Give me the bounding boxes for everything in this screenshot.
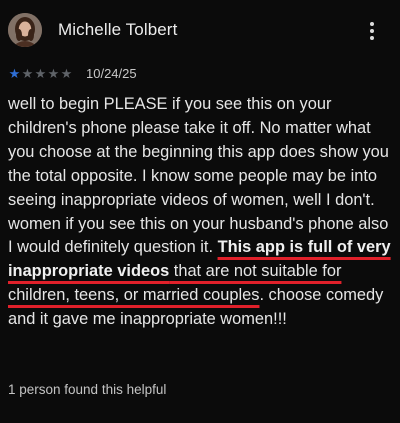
more-options-button[interactable] [362,18,382,44]
review-text-part: well to begin PLEASE if you see this on … [8,95,389,257]
reviewer-name: Michelle Tolbert [58,20,178,39]
review-text: well to begin PLEASE if you see this on … [8,93,396,332]
more-vert-icon-dot [370,36,374,40]
star-empty-icon: ★ [21,65,34,81]
profile-photo-icon [8,13,42,47]
star-empty-icon: ★ [47,65,60,81]
more-vert-icon-dot [370,29,374,33]
star-empty-icon: ★ [60,65,73,81]
star-filled-icon: ★ [8,65,21,81]
review-date: 10/24/25 [86,66,137,81]
star-empty-icon: ★ [34,65,47,81]
more-vert-icon [370,22,374,26]
star-rating: ★ ★ ★ ★ ★ [8,65,73,81]
helpful-count: 1 person found this helpful [8,382,167,397]
review-card: Michelle Tolbert ★ ★ ★ ★ ★ 10/24/25 well to … [0,0,400,423]
reviewer-avatar[interactable] [8,13,42,47]
